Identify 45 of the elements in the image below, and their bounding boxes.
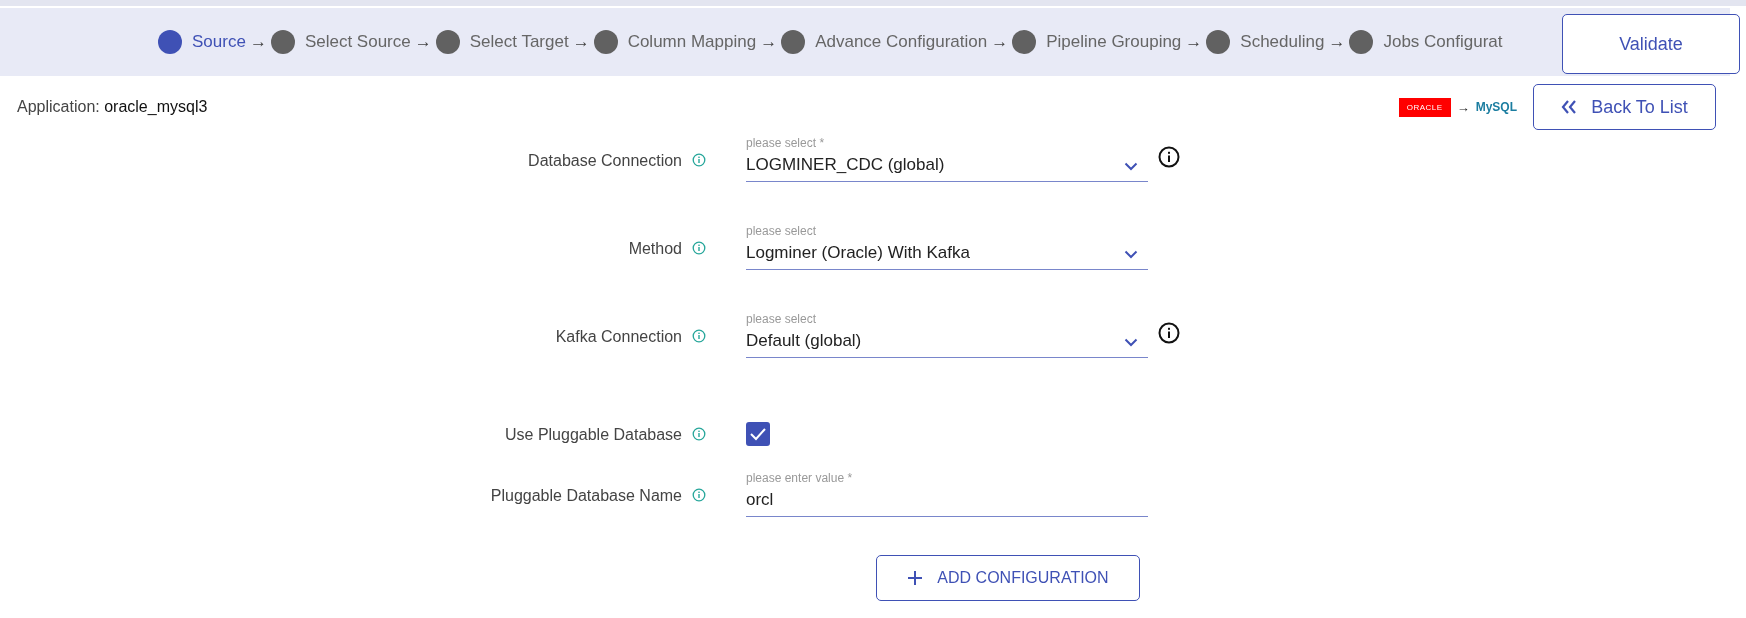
info-icon[interactable] [1158, 322, 1180, 344]
step-tab[interactable]: Scheduling [1206, 30, 1325, 54]
field-label: Database Connection [527, 152, 682, 171]
step-arrow: → [760, 32, 778, 52]
field-label: Pluggable Database Name [489, 487, 682, 506]
checkbox[interactable] [746, 422, 770, 446]
source-logo: ORACLE [1398, 97, 1451, 117]
info-icon [692, 329, 706, 343]
select-field[interactable]: please select Default (global) [746, 312, 1148, 358]
step-arrow: → [414, 32, 432, 52]
step-arrow: → [249, 32, 267, 52]
double-chevron-icon [1561, 100, 1578, 114]
step-arrow: → [572, 32, 590, 52]
info-icon [692, 241, 706, 255]
info-icon [692, 488, 706, 502]
step-arrow: → [1185, 32, 1203, 52]
add-configuration-button[interactable]: ADD CONFIGURATION [876, 555, 1140, 601]
step-arrow: → [991, 32, 1009, 52]
chevron-down-icon [1124, 338, 1138, 347]
field-label: Kafka Connection [554, 328, 682, 347]
step-tab[interactable]: Source [158, 30, 246, 54]
info-icon [692, 427, 706, 441]
select-field[interactable]: please select Logminer (Oracle) With Kafka [746, 224, 1148, 270]
flow-arrow: → [1456, 99, 1470, 115]
step-tab[interactable]: Pipeline Grouping [1012, 30, 1182, 54]
chevron-down-icon [1124, 162, 1138, 171]
validate-button[interactable]: Validate [1562, 14, 1740, 74]
step-tab[interactable]: Select Target [435, 30, 569, 54]
chevron-down-icon [1124, 250, 1138, 259]
step-tab[interactable]: Column Mapping [593, 30, 757, 54]
step-tab[interactable]: Select Source [270, 30, 411, 54]
input-field[interactable]: please enter value * orcl [746, 471, 1148, 517]
plus-icon [907, 570, 924, 586]
select-field[interactable]: please select * LOGMINER_CDC (global) [746, 136, 1148, 182]
back-to-list-button[interactable]: Back To List [1533, 84, 1716, 130]
step-arrow: → [1328, 32, 1346, 52]
target-logo: MySQL [1475, 100, 1517, 114]
info-icon[interactable] [1158, 146, 1180, 168]
field-label: Use Pluggable Database [504, 426, 682, 445]
step-tab[interactable]: Jobs Configurat [1349, 30, 1503, 54]
application-name: Application: oracle_mysql3 [17, 98, 208, 116]
step-tab[interactable]: Advance Configuration [781, 30, 988, 54]
info-icon [692, 153, 706, 167]
check-icon [749, 427, 767, 441]
field-label: Method [627, 240, 682, 259]
